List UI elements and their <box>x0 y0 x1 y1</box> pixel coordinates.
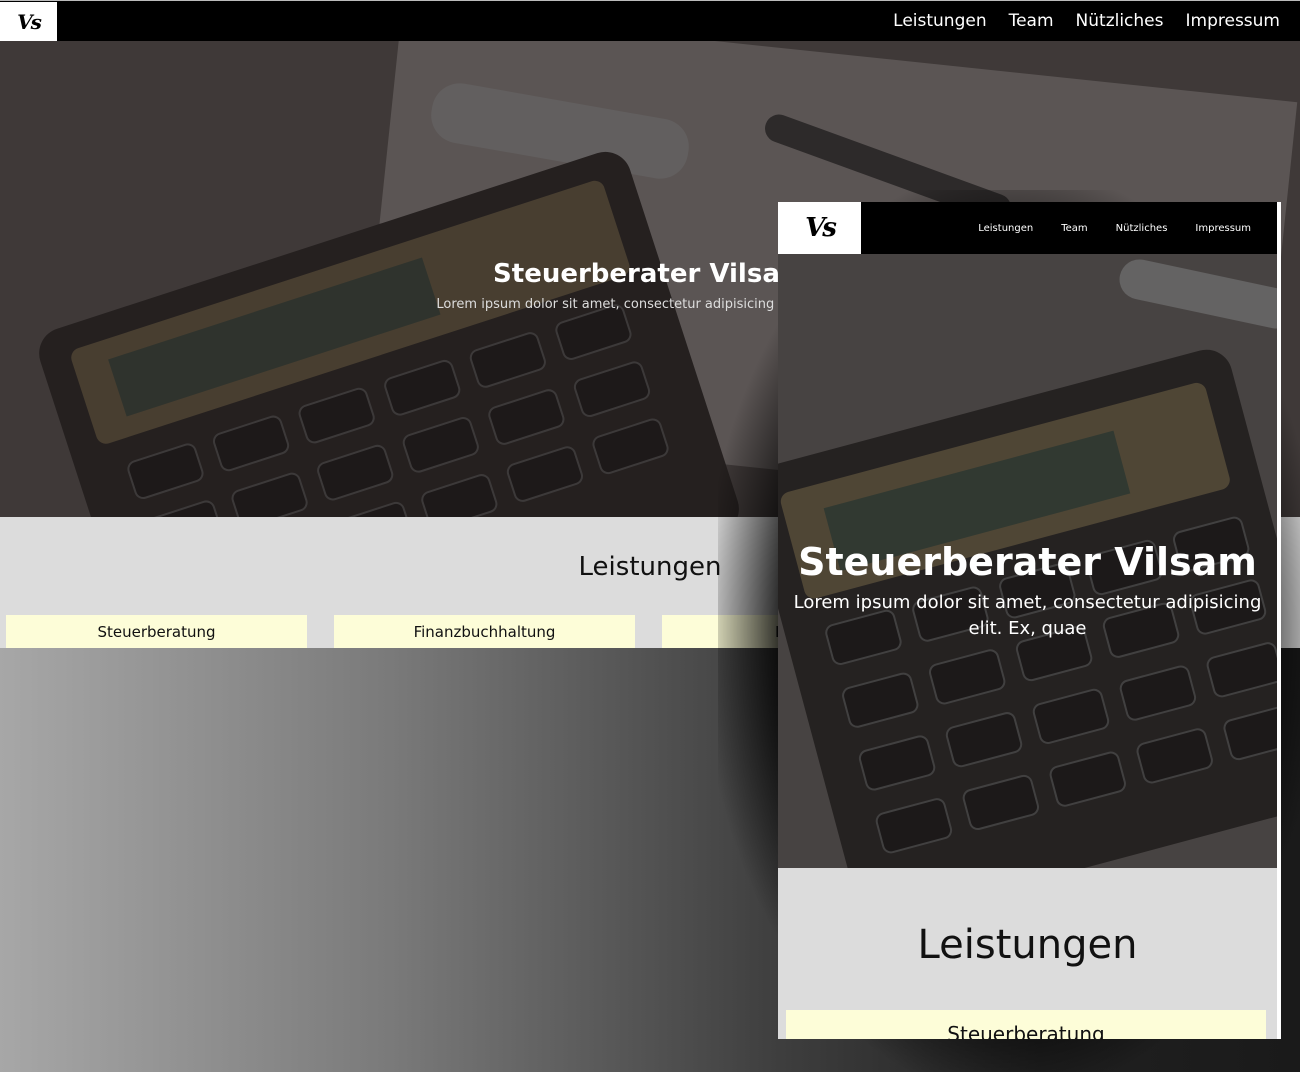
mobile-hero-image: Steuerberater Vilsam Lorem ipsum dolor s… <box>778 254 1277 868</box>
mobile-nav-item-impressum[interactable]: Impressum <box>1195 223 1251 234</box>
logo[interactable]: Vs <box>0 2 57 42</box>
mobile-hero-subtitle: Lorem ipsum dolor sit amet, consectetur … <box>793 592 1262 639</box>
logo-text: Vs <box>17 10 42 34</box>
mobile-nav-item-team[interactable]: Team <box>1061 223 1087 234</box>
nav-item-nuetzliches[interactable]: Nützliches <box>1076 11 1164 31</box>
top-navbar: Vs Leistungen Team Nützliches Impressum <box>0 0 1300 42</box>
mobile-navbar: Vs Leistungen Team Nützliches Impressum <box>778 202 1277 254</box>
mobile-section-leistungen: Leistungen Steuerberatung <box>778 868 1277 1039</box>
mobile-nav-item-leistungen[interactable]: Leistungen <box>978 223 1033 234</box>
mobile-logo[interactable]: Vs <box>778 202 861 254</box>
mobile-service-card-steuerberatung[interactable]: Steuerberatung <box>786 1010 1266 1039</box>
mobile-nav-item-nuetzliches[interactable]: Nützliches <box>1116 223 1168 234</box>
nav-item-team[interactable]: Team <box>1009 11 1054 31</box>
service-card-steuerberatung[interactable]: Steuerberatung <box>6 615 307 648</box>
mobile-hero-title: Steuerberater Vilsam <box>798 540 1257 584</box>
mobile-nav-menu: Leistungen Team Nützliches Impressum <box>978 202 1251 254</box>
mobile-view: Vs Leistungen Team Nützliches Impressum <box>778 202 1281 1039</box>
mobile-section-title: Leistungen <box>917 922 1138 968</box>
nav-item-leistungen[interactable]: Leistungen <box>893 11 986 31</box>
nav-item-impressum[interactable]: Impressum <box>1186 11 1281 31</box>
mobile-logo-text: Vs <box>805 213 837 243</box>
service-card-finanzbuchhaltung[interactable]: Finanzbuchhaltung <box>334 615 635 648</box>
nav-menu: Leistungen Team Nützliches Impressum <box>893 1 1280 41</box>
